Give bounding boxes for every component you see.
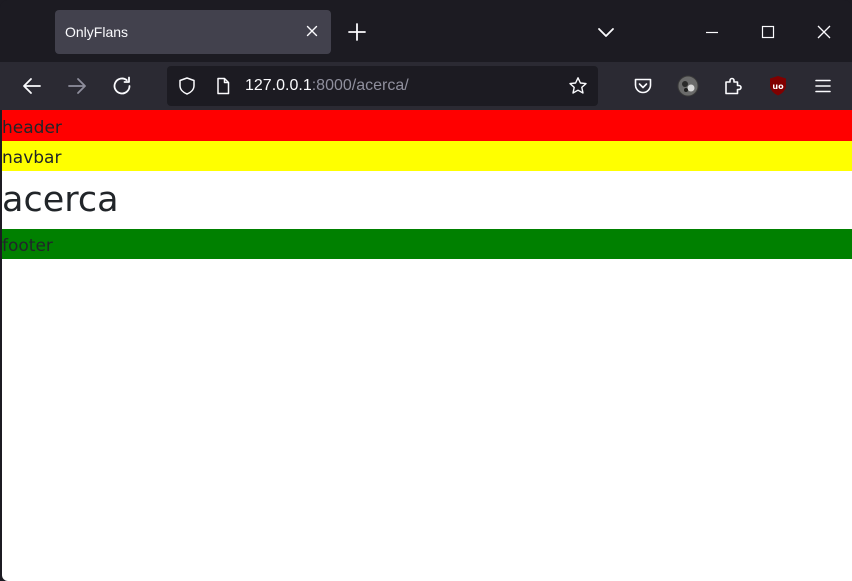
shield-icon[interactable]	[177, 76, 197, 96]
header-text: header	[2, 118, 62, 138]
chevron-down-icon[interactable]	[594, 20, 618, 44]
arrow-left-icon[interactable]	[20, 74, 44, 98]
page-navbar: navbar	[2, 141, 852, 171]
footer-text: footer	[2, 236, 53, 256]
avatar[interactable]	[676, 74, 700, 98]
page-header: header	[2, 110, 852, 141]
url-text[interactable]: 127.0.0.1:8000/acerca/	[245, 77, 409, 95]
hamburger-icon[interactable]	[811, 74, 835, 98]
url-path: :8000/acerca/	[311, 77, 409, 94]
navbar-text: navbar	[2, 148, 62, 168]
arrow-right-icon[interactable]	[65, 74, 89, 98]
page-footer: footer	[2, 229, 852, 259]
minimize-icon[interactable]	[698, 18, 726, 46]
ublock-icon[interactable]: uo	[766, 74, 790, 98]
window-close-icon[interactable]	[810, 18, 838, 46]
url-host: 127.0.0.1	[245, 77, 312, 94]
svg-text:uo: uo	[772, 82, 784, 91]
star-icon[interactable]	[568, 76, 588, 96]
page-main: acerca	[2, 171, 852, 229]
page-icon[interactable]	[213, 76, 233, 96]
browser-window: OnlyFlans 127.0.0.1:8000/acerca/ uo head…	[0, 0, 852, 581]
reload-icon[interactable]	[110, 74, 134, 98]
pocket-icon[interactable]	[631, 74, 655, 98]
page-content: header navbar acerca footer	[2, 110, 852, 581]
nav-toolbar: 127.0.0.1:8000/acerca/ uo	[0, 62, 852, 110]
url-bar[interactable]: 127.0.0.1:8000/acerca/	[167, 66, 598, 106]
tab-title: OnlyFlans	[65, 24, 129, 40]
puzzle-icon[interactable]	[721, 74, 745, 98]
tab-strip: OnlyFlans	[0, 0, 852, 62]
tab-onlyflans[interactable]: OnlyFlans	[55, 10, 331, 54]
plus-icon[interactable]	[345, 20, 369, 44]
maximize-icon[interactable]	[754, 18, 782, 46]
close-icon[interactable]	[303, 22, 321, 40]
page-title: acerca	[2, 180, 119, 220]
